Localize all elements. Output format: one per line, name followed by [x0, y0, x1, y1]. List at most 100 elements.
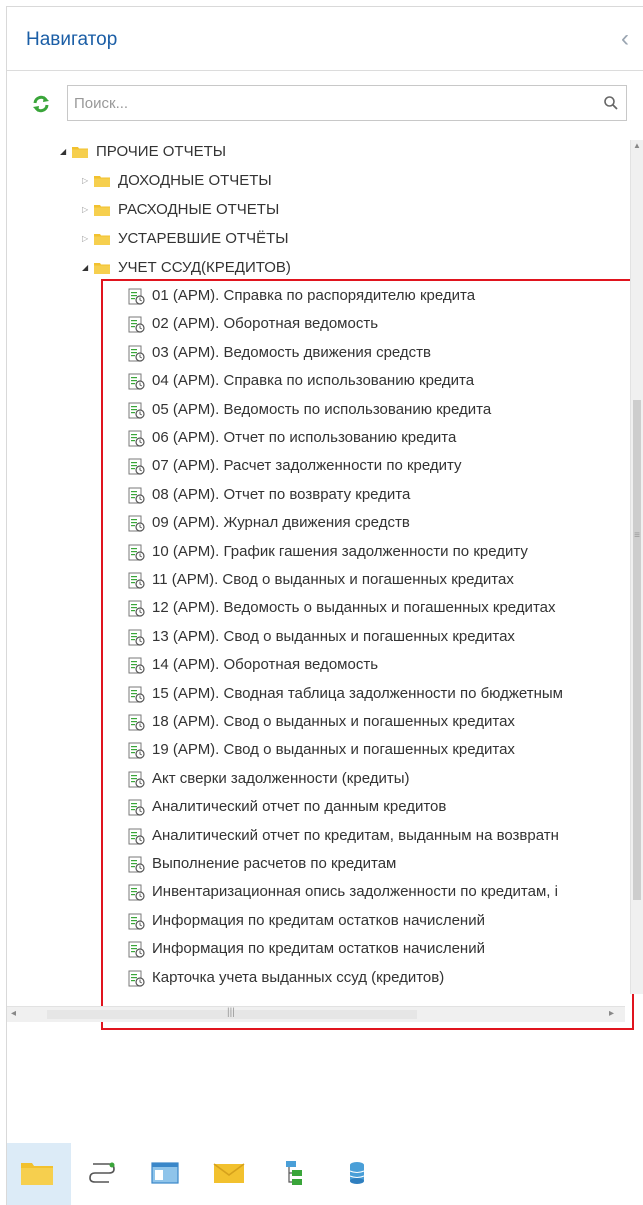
bottom-toolbar — [7, 1143, 643, 1205]
report-item[interactable]: 14 (АРМ). Оборотная ведомость — [120, 653, 625, 677]
report-item[interactable]: 03 (АРМ). Ведомость движения средств — [120, 341, 625, 365]
folder-icon — [94, 205, 110, 216]
toolbar-hierarchy-button[interactable] — [263, 1143, 327, 1205]
report-label: 14 (АРМ). Оборотная ведомость — [152, 656, 379, 674]
navigator-header: Навигатор ‹ — [7, 7, 643, 71]
report-label: 15 (АРМ). Сводная таблица задолженности … — [152, 684, 563, 702]
scroll-right-icon[interactable]: ▸ — [609, 1008, 621, 1019]
collapsed-arrow-icon[interactable]: ▷ — [82, 199, 92, 221]
report-label: 13 (АРМ). Свод о выданных и погашенных к… — [152, 627, 515, 645]
report-label: Выполнение расчетов по кредитам — [152, 855, 397, 872]
report-item[interactable]: 07 (АРМ). Расчет задолженности по кредит… — [120, 454, 625, 478]
report-icon — [128, 856, 145, 873]
report-item[interactable]: 09 (АРМ). Журнал движения средств — [120, 511, 625, 535]
report-item[interactable]: 13 (АРМ). Свод о выданных и погашенных к… — [120, 625, 625, 649]
report-item[interactable]: Карточка учета выданных ссуд (кредитов) — [120, 966, 625, 990]
report-item[interactable]: 08 (АРМ). Отчет по возврату кредита — [120, 483, 625, 507]
report-label: 04 (АРМ). Справка по использованию креди… — [152, 372, 475, 390]
report-item[interactable]: 01 (АРМ). Справка по распорядителю креди… — [120, 284, 625, 308]
report-label: 07 (АРМ). Расчет задолженности по кредит… — [152, 457, 462, 475]
refresh-icon[interactable] — [31, 94, 51, 114]
report-label: 10 (АРМ). График гашения задолженности п… — [152, 542, 528, 560]
toolbar-workflow-button[interactable] — [71, 1143, 135, 1205]
folder-icon — [94, 234, 110, 245]
report-icon — [128, 828, 145, 845]
scroll-grip-icon: ≡ — [634, 530, 640, 541]
report-label: 19 (АРМ). Свод о выданных и погашенных к… — [152, 741, 515, 759]
report-icon — [128, 771, 145, 788]
report-icon — [128, 572, 145, 589]
report-label: 08 (АРМ). Отчет по возврату кредита — [152, 485, 411, 503]
report-item[interactable]: Инвентаризационная опись задолженности п… — [120, 880, 625, 904]
toolbar-window-button[interactable] — [135, 1143, 199, 1205]
report-item[interactable]: 10 (АРМ). График гашения задолженности п… — [120, 540, 625, 564]
report-label: Аналитический отчет по кредитам, выданны… — [152, 826, 559, 844]
report-item[interactable]: Информация по кредитам остатков начислен… — [120, 909, 625, 933]
report-item[interactable]: 12 (АРМ). Ведомость о выданных и погашен… — [120, 596, 625, 620]
report-item[interactable]: 19 (АРМ). Свод о выданных и погашенных к… — [120, 738, 625, 762]
report-item[interactable]: 15 (АРМ). Сводная таблица задолженности … — [120, 682, 625, 706]
report-icon — [128, 970, 145, 987]
report-item[interactable]: 04 (АРМ). Справка по использованию креди… — [120, 369, 625, 393]
report-item[interactable]: 18 (АРМ). Свод о выданных и погашенных к… — [120, 710, 625, 734]
folder-icon — [21, 1163, 53, 1185]
folder-icon — [94, 176, 110, 187]
report-icon — [128, 458, 145, 475]
report-label: 03 (АРМ). Ведомость движения средств — [152, 343, 432, 361]
vertical-scrollbar[interactable]: ▲ ≡ — [630, 140, 643, 994]
report-label: Аналитический отчет по данным кредитов — [152, 798, 447, 816]
expanded-arrow-icon[interactable]: ◢ — [60, 141, 70, 163]
report-icon — [128, 430, 145, 447]
report-icon — [128, 544, 145, 561]
hierarchy-icon — [286, 1161, 302, 1185]
collapsed-arrow-icon[interactable]: ▷ — [82, 170, 92, 192]
report-icon — [128, 799, 145, 816]
workflow-icon — [89, 1162, 115, 1183]
search-icon[interactable] — [603, 95, 619, 111]
report-label: 18 (АРМ). Свод о выданных и погашенных к… — [152, 713, 515, 730]
report-icon — [128, 402, 145, 419]
toolbar-mail-button[interactable] — [199, 1143, 263, 1205]
report-item[interactable]: 02 (АРМ). Оборотная ведомость — [120, 312, 625, 336]
report-item[interactable]: Аналитический отчет по данным кредитов — [120, 795, 625, 819]
report-icon — [128, 884, 145, 901]
navigator-title: Навигатор — [26, 29, 118, 50]
toolbar-database-button[interactable] — [327, 1143, 391, 1205]
scroll-left-icon[interactable]: ◂ — [11, 1008, 23, 1019]
report-label: 05 (АРМ). Ведомость по использованию кре… — [152, 400, 492, 418]
report-item[interactable]: Выполнение расчетов по кредитам — [120, 852, 625, 876]
search-input[interactable] — [74, 93, 574, 113]
report-icon — [128, 657, 145, 674]
report-item[interactable]: 06 (АРМ). Отчет по использованию кредита — [120, 426, 625, 450]
report-icon — [128, 714, 145, 731]
report-item[interactable]: 05 (АРМ). Ведомость по использованию кре… — [120, 398, 625, 422]
report-item[interactable]: Информация по кредитам остатков начислен… — [120, 937, 625, 961]
scroll-up-icon[interactable]: ▲ — [631, 140, 643, 152]
report-label: Карточка учета выданных ссуд (кредитов) — [152, 968, 445, 986]
report-label: 01 (АРМ). Справка по распорядителю креди… — [152, 287, 476, 304]
tree-node-label: РАСХОДНЫЕ ОТЧЕТЫ — [118, 201, 280, 218]
horizontal-scrollbar[interactable]: ◂ ||| ▸ — [7, 1006, 625, 1022]
mail-icon — [213, 1163, 245, 1183]
report-label: 12 (АРМ). Ведомость о выданных и погашен… — [152, 599, 556, 617]
collapse-panel-icon[interactable]: ‹ — [615, 27, 635, 51]
collapsed-arrow-icon[interactable]: ▷ — [82, 228, 92, 250]
expanded-arrow-icon[interactable]: ◢ — [82, 257, 92, 279]
toolbar-folder-button[interactable] — [7, 1143, 71, 1205]
report-label: 02 (АРМ). Оборотная ведомость — [152, 315, 379, 333]
report-icon — [128, 316, 145, 333]
report-icon — [128, 941, 145, 958]
tree-node-label: ПРОЧИЕ ОТЧЕТЫ — [96, 143, 227, 160]
report-icon — [128, 345, 145, 362]
report-label: 11 (АРМ). Свод о выданных и погашенных к… — [152, 571, 514, 588]
report-label: Информация по кредитам остатков начислен… — [152, 940, 485, 958]
report-item[interactable]: Акт сверки задолженности (кредиты) — [120, 767, 625, 791]
tree-node-label: ДОХОДНЫЕ ОТЧЕТЫ — [118, 172, 272, 189]
report-icon — [128, 742, 145, 759]
report-item[interactable]: 11 (АРМ). Свод о выданных и погашенных к… — [120, 568, 625, 592]
report-item[interactable]: Аналитический отчет по кредитам, выданны… — [120, 824, 625, 848]
report-label: Информация по кредитам остатков начислен… — [152, 911, 485, 929]
report-label: Акт сверки задолженности (кредиты) — [152, 769, 410, 787]
report-icon — [128, 515, 145, 532]
vertical-scroll-thumb[interactable] — [633, 400, 641, 900]
